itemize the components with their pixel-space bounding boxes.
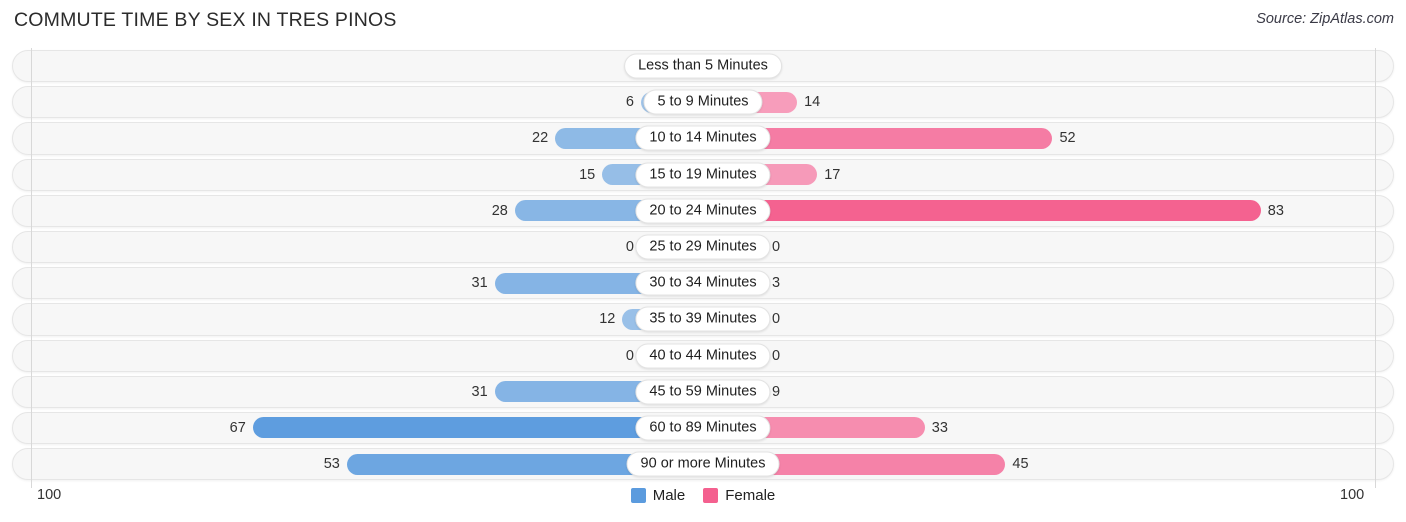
commute-time-chart: COMMUTE TIME BY SEX IN TRES PINOS Source… xyxy=(0,0,1406,522)
category-label: 20 to 24 Minutes xyxy=(635,198,771,224)
row-bars: 28 83 20 to 24 Minutes xyxy=(31,193,1375,229)
category-label: 45 to 59 Minutes xyxy=(635,379,771,405)
category-label: 40 to 44 Minutes xyxy=(635,343,771,369)
chart-header: COMMUTE TIME BY SEX IN TRES PINOS Source… xyxy=(0,0,1406,44)
value-label-female: 17 xyxy=(824,166,841,183)
legend-item-female[interactable]: Female xyxy=(703,487,775,504)
chart-footer: 100 100 Male Female xyxy=(0,482,1406,522)
row-bars: 6 14 5 to 9 Minutes xyxy=(31,84,1375,120)
category-label: Less than 5 Minutes xyxy=(624,53,782,79)
value-label-male: 28 xyxy=(491,202,508,219)
row-bars: 15 17 15 to 19 Minutes xyxy=(31,157,1375,193)
value-label-female: 45 xyxy=(1012,456,1029,473)
row-bars: 53 45 90 or more Minutes xyxy=(31,446,1375,482)
value-label-male: 12 xyxy=(599,311,616,328)
category-label: 35 to 39 Minutes xyxy=(635,306,771,332)
value-label-female: 83 xyxy=(1267,202,1284,219)
category-label: 60 to 89 Minutes xyxy=(635,415,771,441)
row-bars: 12 0 35 to 39 Minutes xyxy=(31,301,1375,337)
value-label-male: 53 xyxy=(323,456,340,473)
category-label: 90 or more Minutes xyxy=(626,451,780,477)
table-row: 6 14 5 to 9 Minutes xyxy=(0,84,1406,120)
category-label: 30 to 34 Minutes xyxy=(635,270,771,296)
legend-swatch-icon xyxy=(630,488,646,503)
table-row: 0 0 25 to 29 Minutes xyxy=(0,229,1406,265)
legend: Male Female xyxy=(0,487,1406,504)
table-row: 56Less than 5 Minutes xyxy=(0,48,1406,84)
row-bars: 67 33 60 to 89 Minutes xyxy=(31,410,1375,446)
table-row: 31 9 45 to 59 Minutes xyxy=(0,374,1406,410)
legend-label: Female xyxy=(725,487,776,504)
value-label-female: 0 xyxy=(772,311,781,328)
row-bars: 22 52 10 to 14 Minutes xyxy=(31,120,1375,156)
value-label-male: 22 xyxy=(532,130,549,147)
value-label-male: 67 xyxy=(229,419,246,436)
value-label-female: 3 xyxy=(772,275,781,292)
page-title: COMMUTE TIME BY SEX IN TRES PINOS xyxy=(14,9,397,31)
axis-rule-right xyxy=(1375,48,1376,488)
category-label: 15 to 19 Minutes xyxy=(635,162,771,188)
value-label-male: 6 xyxy=(625,94,634,111)
value-label-female: 9 xyxy=(772,383,781,400)
axis-rule-left xyxy=(31,48,32,488)
row-bars: 0 0 40 to 44 Minutes xyxy=(31,338,1375,374)
legend-label: Male xyxy=(652,487,686,504)
table-row: 22 52 10 to 14 Minutes xyxy=(0,120,1406,156)
value-label-female: 14 xyxy=(804,94,821,111)
table-row: 12 0 35 to 39 Minutes xyxy=(0,301,1406,337)
row-bars: 56Less than 5 Minutes xyxy=(31,48,1375,84)
table-row: 67 33 60 to 89 Minutes xyxy=(0,410,1406,446)
row-bars: 0 0 25 to 29 Minutes xyxy=(31,229,1375,265)
table-row: 31 3 30 to 34 Minutes xyxy=(0,265,1406,301)
value-label-female: 0 xyxy=(772,347,781,364)
category-label: 5 to 9 Minutes xyxy=(643,89,763,115)
value-label-female: 33 xyxy=(931,419,948,436)
value-label-female: 52 xyxy=(1059,130,1076,147)
value-label-male: 0 xyxy=(625,239,634,256)
row-bars: 31 3 30 to 34 Minutes xyxy=(31,265,1375,301)
table-row: 53 45 90 or more Minutes xyxy=(0,446,1406,482)
plot-area: 56Less than 5 Minutes 6 14 5 to 9 Minutes 22… xyxy=(0,48,1406,488)
value-label-male: 15 xyxy=(579,166,596,183)
bar-female[interactable] xyxy=(703,200,1261,222)
value-label-female: 0 xyxy=(772,239,781,256)
row-bars: 31 9 45 to 59 Minutes xyxy=(31,374,1375,410)
table-row: 28 83 20 to 24 Minutes xyxy=(0,193,1406,229)
value-label-male: 0 xyxy=(625,347,634,364)
legend-item-male[interactable]: Male xyxy=(630,487,686,504)
source-attribution: Source: ZipAtlas.com xyxy=(1256,11,1394,27)
category-label: 25 to 29 Minutes xyxy=(635,234,771,260)
bar-rows-container: 56Less than 5 Minutes 6 14 5 to 9 Minutes 22… xyxy=(0,48,1406,482)
legend-swatch-icon xyxy=(703,488,719,503)
category-label: 10 to 14 Minutes xyxy=(635,125,771,151)
value-label-male: 31 xyxy=(471,275,488,292)
table-row: 15 17 15 to 19 Minutes xyxy=(0,157,1406,193)
table-row: 0 0 40 to 44 Minutes xyxy=(0,338,1406,374)
value-label-male: 31 xyxy=(471,383,488,400)
